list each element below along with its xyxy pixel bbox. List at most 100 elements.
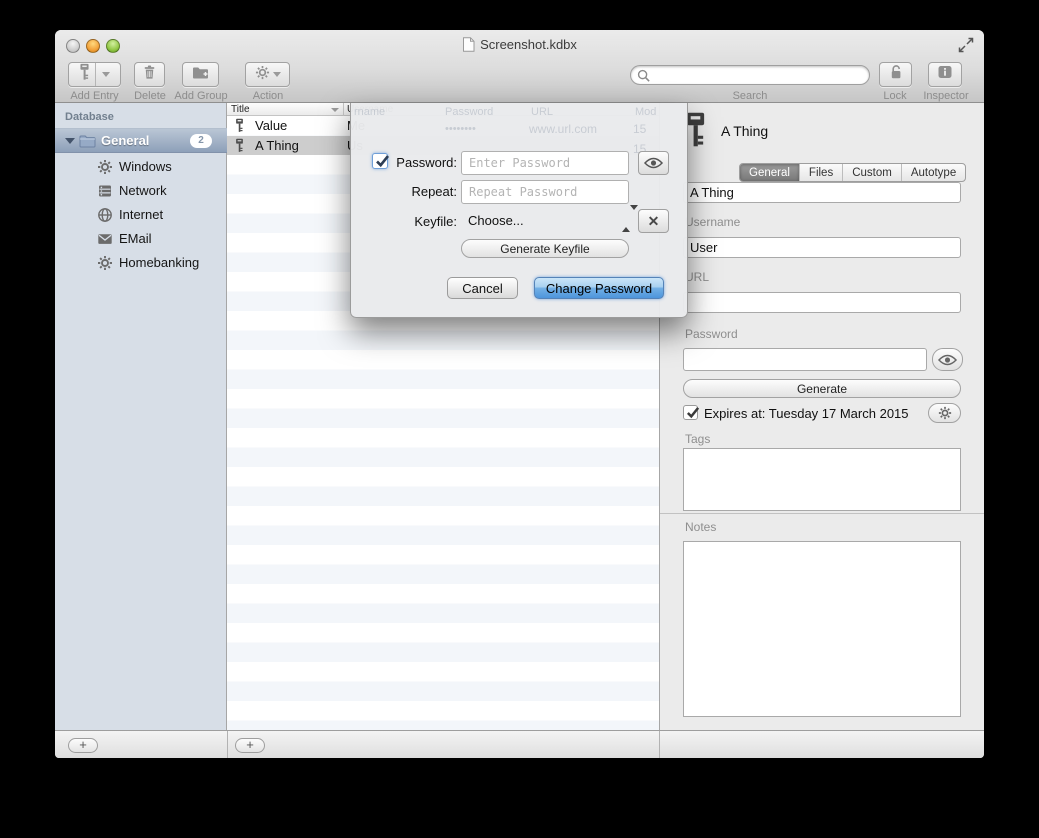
expires-label: Expires at: Tuesday 17 March 2015	[704, 406, 909, 421]
close-icon: ✕	[648, 214, 660, 228]
action-label: Action	[239, 90, 297, 102]
add-group-plus-button[interactable]: +	[68, 738, 98, 753]
sidebar-item-internet[interactable]: Internet	[55, 203, 227, 227]
check-icon	[685, 405, 701, 421]
popup-stepper-icon[interactable]	[622, 210, 638, 228]
section-divider[interactable]	[660, 513, 984, 514]
url-label: URL	[685, 270, 709, 284]
add-group-label: Add Group	[165, 90, 237, 102]
notes-box[interactable]	[683, 541, 961, 717]
sidebar-group-label: General	[101, 133, 149, 148]
generate-keyfile-button[interactable]: Generate Keyfile	[461, 239, 629, 258]
ghost-username-header: rname	[354, 106, 385, 118]
sidebar-group-general[interactable]: General 2	[55, 128, 227, 153]
envelope-icon	[97, 231, 113, 252]
cancel-button[interactable]: Cancel	[447, 277, 518, 299]
dialog-password-label: Password:	[351, 155, 457, 170]
key-icon	[235, 118, 244, 136]
search-input[interactable]	[653, 67, 863, 83]
username-field[interactable]: User	[683, 237, 961, 258]
trash-icon	[142, 64, 157, 85]
clear-keyfile-button[interactable]: ✕	[638, 209, 669, 233]
ghost-url-value: www.url.com	[529, 122, 597, 136]
dialog-repeat-label: Repeat:	[351, 184, 457, 199]
password-label: Password	[685, 327, 738, 341]
ghost-password-header: Password	[445, 106, 493, 118]
eye-icon	[644, 157, 663, 169]
change-password-button[interactable]: Change Password	[534, 277, 664, 299]
titlebar-toolbar[interactable]: Screenshot.kdbx Add Entry Delete	[55, 30, 984, 103]
sidebar-header: Database	[65, 111, 114, 123]
column-header-title[interactable]: Title	[231, 104, 250, 115]
app-window: Screenshot.kdbx Add Entry Delete	[55, 30, 984, 758]
password-input[interactable]	[461, 151, 629, 175]
change-password-sheet: rname Password URL Mod •••••••• www.url.…	[350, 103, 688, 318]
tab-files[interactable]: Files	[800, 164, 843, 181]
lock-button[interactable]	[879, 62, 912, 87]
inspector-entry-title: A Thing	[721, 123, 768, 139]
add-entry-plus-button[interactable]: +	[235, 738, 265, 753]
window-title: Screenshot.kdbx	[55, 37, 984, 55]
tags-label: Tags	[685, 432, 710, 446]
url-field[interactable]	[683, 292, 961, 313]
group-count-badge: 2	[190, 134, 212, 148]
search-field[interactable]	[630, 65, 870, 85]
username-label: Username	[685, 215, 740, 229]
expires-settings-button[interactable]	[928, 403, 961, 423]
search-icon	[637, 69, 651, 83]
sidebar: Database General 2 Windows Network Inter…	[55, 103, 227, 730]
sidebar-item-windows[interactable]: Windows	[55, 155, 227, 179]
server-icon	[97, 183, 113, 204]
eye-icon	[938, 354, 957, 366]
gear-icon	[97, 255, 113, 276]
inspector-panel: A Thing General Files Custom Autotype A …	[659, 103, 984, 730]
column-divider[interactable]	[343, 103, 344, 116]
repeat-password-input[interactable]	[461, 180, 629, 204]
sidebar-item-homebanking[interactable]: Homebanking	[55, 251, 227, 275]
document-icon	[462, 37, 475, 55]
unlock-icon	[888, 64, 904, 85]
globe-icon	[97, 207, 113, 228]
key-icon	[235, 138, 244, 156]
inspector-button[interactable]	[928, 62, 962, 87]
title-field[interactable]: A Thing	[683, 182, 961, 203]
entry-title: Value	[255, 118, 287, 133]
folder-icon	[79, 134, 96, 153]
show-password-button[interactable]	[932, 348, 963, 371]
add-group-button[interactable]	[182, 62, 219, 87]
sidebar-item-email[interactable]: EMail	[55, 227, 227, 251]
delete-button[interactable]	[134, 62, 165, 87]
info-icon	[937, 65, 953, 84]
folder-plus-icon	[192, 65, 209, 85]
tab-custom[interactable]: Custom	[843, 164, 902, 181]
add-entry-button[interactable]	[68, 62, 121, 87]
ghost-modified-header: Mod	[635, 106, 656, 118]
disclosure-triangle-icon[interactable]	[65, 138, 75, 144]
search-label: Search	[630, 90, 870, 102]
tags-box[interactable]	[683, 448, 961, 511]
reveal-password-button[interactable]	[638, 151, 669, 175]
desktop-background: Screenshot.kdbx Add Entry Delete	[0, 0, 1039, 838]
ghost-modified-value: 15	[633, 122, 646, 136]
chevron-down-icon	[273, 72, 281, 77]
ghost-password-dots: ••••••••	[445, 123, 476, 135]
gear-icon	[97, 159, 113, 180]
inspector-tabs: General Files Custom Autotype	[739, 163, 966, 182]
dialog-keyfile-label: Keyfile:	[351, 214, 457, 229]
action-button[interactable]	[245, 62, 290, 87]
expires-checkbox[interactable]	[683, 405, 698, 420]
keyfile-popup[interactable]: Choose...	[468, 213, 524, 228]
entry-title: A Thing	[255, 138, 299, 153]
inspector-label: Inspector	[915, 90, 977, 102]
sort-descending-icon	[331, 108, 339, 112]
gear-icon	[938, 406, 952, 420]
key-icon	[79, 63, 90, 86]
password-field[interactable]	[683, 348, 927, 371]
chevron-down-icon	[102, 72, 110, 77]
generate-password-button[interactable]: Generate	[683, 379, 961, 398]
ghost-url-header: URL	[531, 106, 553, 118]
sidebar-item-network[interactable]: Network	[55, 179, 227, 203]
tab-general[interactable]: General	[740, 164, 800, 181]
tab-autotype[interactable]: Autotype	[902, 164, 965, 181]
fullscreen-icon[interactable]	[958, 37, 974, 53]
